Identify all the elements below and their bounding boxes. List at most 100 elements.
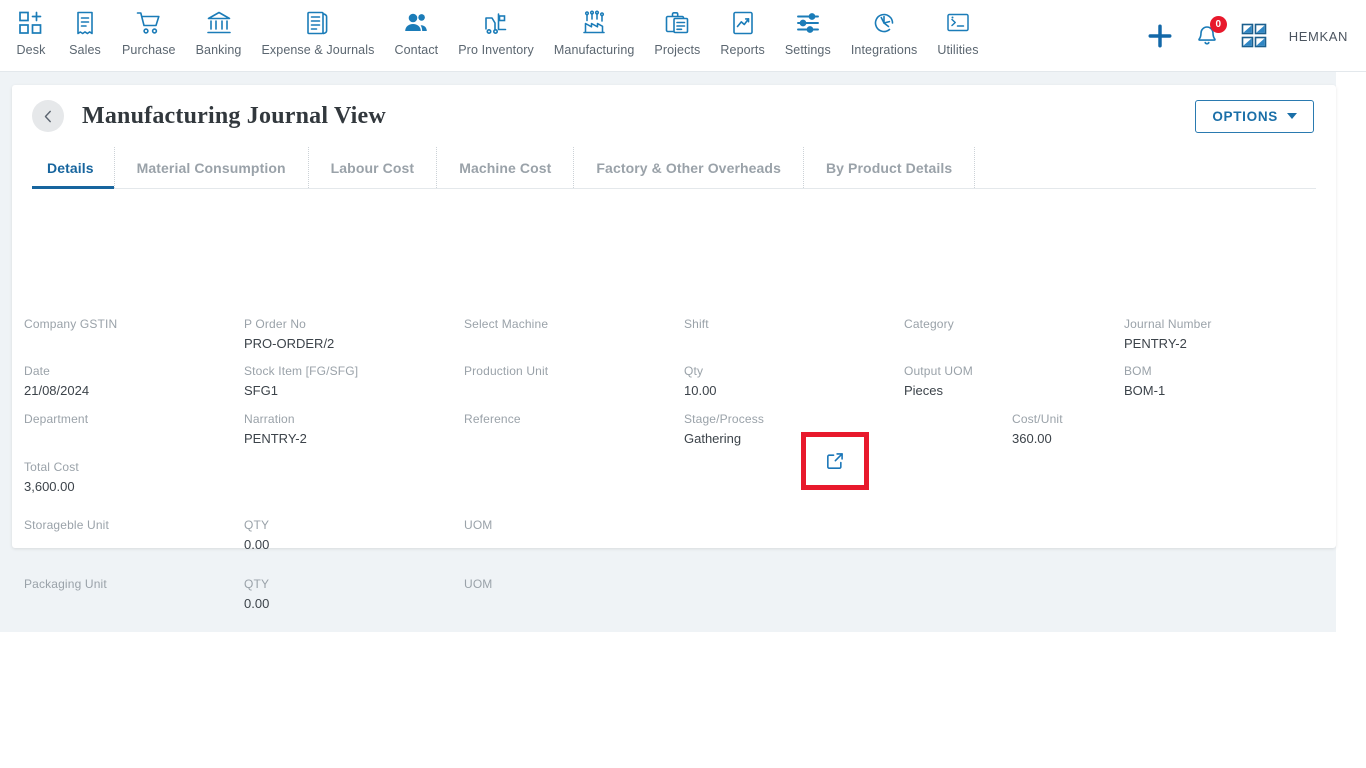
nav-item-label: Desk (16, 43, 46, 57)
nav-item-label: Projects (654, 43, 701, 57)
nav-item-label: Settings (784, 43, 831, 57)
nav-item-list: Desk Sales Purchase Banking Expense & Journa… (0, 0, 989, 57)
field-total-cost: Total Cost 3,600.00 (24, 460, 79, 494)
add-new-button[interactable] (1147, 23, 1173, 49)
dashboard-icon (14, 8, 48, 38)
nav-item-sales[interactable]: Sales (58, 0, 112, 57)
card-header: Manufacturing Journal View OPTIONS (12, 85, 1336, 147)
nav-item-pro-inventory[interactable]: Pro Inventory (448, 0, 544, 57)
field-cost-unit: Cost/Unit 360.00 (1012, 412, 1063, 446)
page-title: Manufacturing Journal View (82, 102, 386, 129)
nav-item-banking[interactable]: Banking (186, 0, 252, 57)
nav-item-label: Expense & Journals (261, 43, 375, 57)
tab-bar: Details Material Consumption Labour Cost Ma… (32, 147, 1316, 189)
field-label: Journal Number (1124, 317, 1212, 331)
field-narration: Narration PENTRY-2 (244, 412, 307, 446)
top-navigation-bar: Desk Sales Purchase Banking Expense & Journa… (0, 0, 1366, 72)
nav-right-actions: 0 HEMKAN (1147, 0, 1366, 72)
chevron-down-icon (1287, 113, 1297, 119)
nav-item-label: Sales (69, 43, 101, 57)
field-packaging-unit: Packaging Unit (24, 577, 107, 591)
notifications-button[interactable]: 0 (1195, 16, 1227, 48)
nav-item-expense-journals[interactable]: Expense & Journals (251, 0, 384, 57)
field-value: Pieces (904, 383, 944, 398)
field-value: SFG1 (244, 383, 278, 398)
journal-icon (301, 8, 335, 38)
field-stock-item-fg-sfg: Stock Item [FG/SFG] SFG1 (244, 364, 358, 398)
nav-item-projects[interactable]: Projects (644, 0, 710, 57)
field-value: PENTRY-2 (1124, 336, 1187, 351)
nav-item-desk[interactable]: Desk (4, 0, 58, 57)
notification-count-badge: 0 (1209, 16, 1227, 33)
field-label: QTY (244, 577, 270, 591)
nav-item-label: Manufacturing (553, 43, 635, 57)
field-label: Shift (684, 317, 709, 331)
field-value: Gathering (684, 431, 742, 446)
back-button[interactable] (32, 100, 64, 132)
field-value: 21/08/2024 (24, 383, 90, 398)
field-label: Company GSTIN (24, 317, 118, 331)
nav-item-reports[interactable]: Reports (710, 0, 774, 57)
tab-material-consumption[interactable]: Material Consumption (115, 147, 309, 188)
nav-item-purchase[interactable]: Purchase (112, 0, 186, 57)
field-label: UOM (464, 577, 493, 591)
nav-item-label: Integrations (850, 43, 918, 57)
tab-factory-other-overheads[interactable]: Factory & Other Overheads (574, 147, 804, 188)
field-label: Cost/Unit (1012, 412, 1063, 426)
tab-labour-cost[interactable]: Labour Cost (309, 147, 438, 188)
sliders-icon (791, 8, 825, 38)
journal-detail-card: Manufacturing Journal View OPTIONS Detai… (12, 85, 1336, 611)
field-value: BOM-1 (1124, 383, 1166, 398)
field-uom: UOM (464, 577, 492, 591)
nav-item-integrations[interactable]: Integrations (841, 0, 928, 57)
grid-icon (1241, 23, 1267, 48)
field-label: Date (24, 364, 50, 378)
field-qty: QTY 0.00 (244, 577, 269, 611)
field-value: 0.00 (244, 596, 270, 611)
field-p-order-no: P Order No PRO-ORDER/2 (244, 317, 334, 351)
field-label: Qty (684, 364, 704, 378)
field-department: Department (24, 412, 88, 426)
tab-machine-cost[interactable]: Machine Cost (437, 147, 575, 188)
field-label: Narration (244, 412, 295, 426)
nav-item-contact[interactable]: Contact (384, 0, 448, 57)
chevron-left-icon (44, 110, 51, 122)
tab-details[interactable]: Details (32, 147, 115, 189)
field-value: 3,600.00 (24, 479, 75, 494)
apps-grid-button[interactable] (1241, 23, 1267, 49)
field-label: QTY (244, 518, 270, 532)
field-label: P Order No (244, 317, 306, 331)
external-link-icon[interactable] (825, 451, 845, 471)
nav-item-utilities[interactable]: Utilities (927, 0, 988, 57)
field-value: PENTRY-2 (244, 431, 307, 446)
receipt-icon (68, 8, 102, 38)
field-label: Production Unit (464, 364, 549, 378)
field-qty: QTY 0.00 (244, 518, 269, 552)
field-value: 0.00 (244, 537, 270, 552)
nav-item-label: Pro Inventory (458, 43, 534, 57)
tab-by-product-details[interactable]: By Product Details (804, 147, 976, 188)
user-menu[interactable]: HEMKAN (1289, 29, 1348, 44)
nav-item-manufacturing[interactable]: Manufacturing (544, 0, 645, 57)
external-link-highlight-box[interactable] (801, 432, 869, 490)
field-label: Output UOM (904, 364, 973, 378)
field-date: Date 21/08/2024 (24, 364, 89, 398)
field-uom: UOM (464, 518, 492, 532)
field-bom: BOM BOM-1 (1124, 364, 1165, 398)
field-stage-process: Stage/Process Gathering (684, 412, 764, 446)
field-label: Storageble Unit (24, 518, 109, 532)
field-value: 10.00 (684, 383, 717, 398)
options-button-label: OPTIONS (1212, 108, 1278, 124)
briefcase-icon (660, 8, 694, 38)
nav-item-label: Purchase (122, 43, 176, 57)
field-category: Category (904, 317, 954, 331)
cart-icon (132, 8, 166, 38)
utilities-icon (941, 8, 975, 38)
options-button[interactable]: OPTIONS (1195, 99, 1314, 133)
bank-icon (202, 8, 236, 38)
field-label: Stage/Process (684, 412, 764, 426)
field-label: Department (24, 412, 89, 426)
nav-item-settings[interactable]: Settings (775, 0, 841, 57)
field-output-uom: Output UOM Pieces (904, 364, 973, 398)
field-value: 360.00 (1012, 431, 1052, 446)
